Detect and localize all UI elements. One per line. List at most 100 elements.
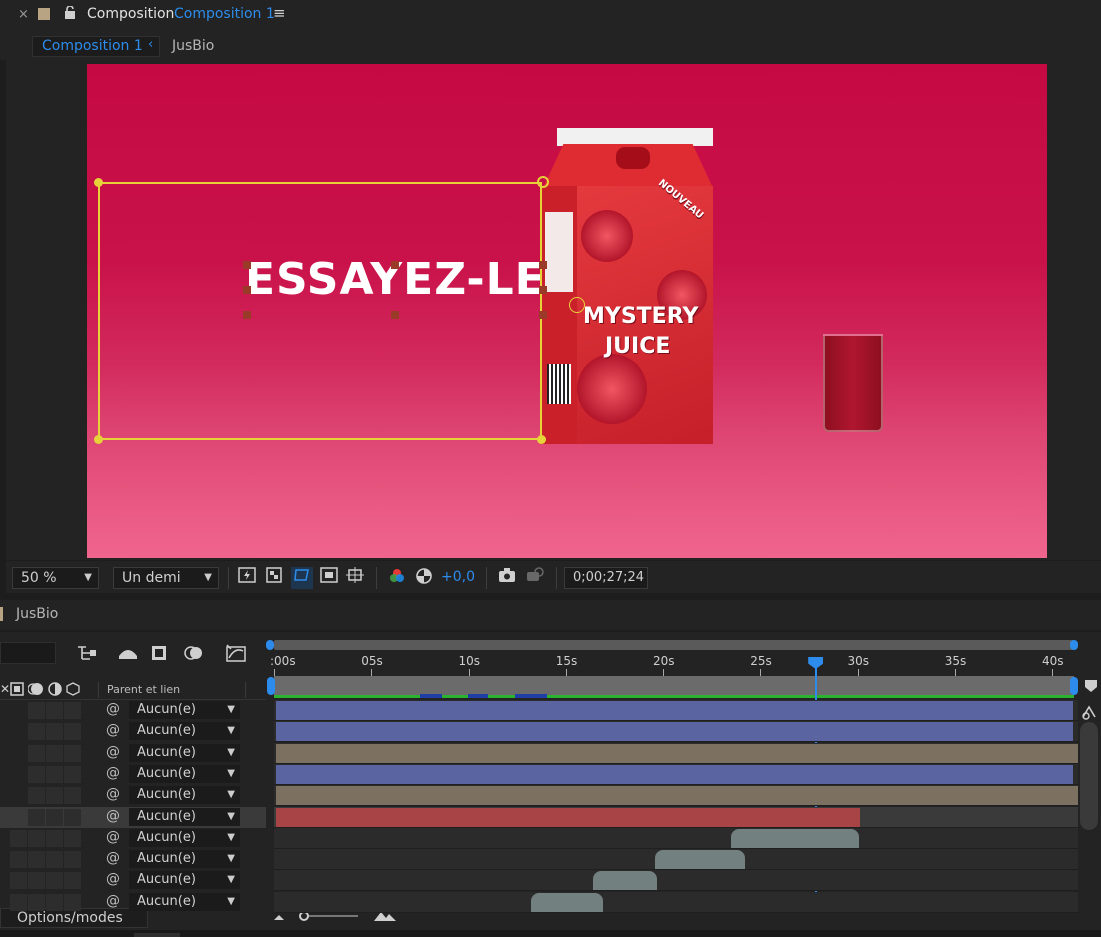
layer-switch[interactable] xyxy=(46,787,63,805)
layer-switch[interactable] xyxy=(28,872,45,890)
pick-whip-icon[interactable]: @ xyxy=(106,808,120,824)
layer-switch[interactable] xyxy=(28,765,45,783)
work-area-bar[interactable] xyxy=(274,676,1074,696)
layer-row[interactable]: @ Aucun(e) ▼ xyxy=(0,721,266,742)
layer-duration-bar[interactable] xyxy=(276,786,1078,806)
layer-duration-bar[interactable] xyxy=(276,764,1074,784)
label-color-swatch[interactable] xyxy=(38,8,50,20)
reset-exposure-icon[interactable] xyxy=(413,567,435,589)
layer-switch[interactable] xyxy=(46,765,63,783)
panel-menu-icon[interactable]: ≡ xyxy=(273,4,286,22)
layer-duration-bar[interactable] xyxy=(276,807,860,827)
current-time-display[interactable]: 0;00;27;24 xyxy=(564,567,648,589)
layer-row[interactable]: @ Aucun(e) ▼ xyxy=(0,828,266,849)
layer-track[interactable] xyxy=(274,763,1078,785)
layer-switch[interactable] xyxy=(46,893,63,911)
text-bounds-handle[interactable] xyxy=(539,261,547,269)
text-bounds-handle[interactable] xyxy=(391,261,399,269)
layer-switch[interactable] xyxy=(46,723,63,741)
text-bounds-handle[interactable] xyxy=(243,261,251,269)
frame-blending-icon[interactable] xyxy=(150,644,170,666)
layer-track[interactable] xyxy=(274,849,1078,871)
layer-switch[interactable] xyxy=(10,851,27,869)
text-bounds-handle[interactable] xyxy=(539,311,547,319)
parent-dropdown[interactable]: Aucun(e) ▼ xyxy=(129,850,240,869)
parent-dropdown[interactable]: Aucun(e) ▼ xyxy=(129,807,240,826)
layer-row[interactable]: @ Aucun(e) ▼ xyxy=(0,870,266,891)
exposure-value[interactable]: +0,0 xyxy=(441,569,475,585)
breadcrumb-item-active[interactable]: Composition 1 xyxy=(32,36,160,57)
pick-whip-icon[interactable]: @ xyxy=(106,829,120,845)
close-tab-icon[interactable]: × xyxy=(18,7,29,22)
timeline-tab[interactable]: JusBio xyxy=(16,606,58,622)
snapshot-camera-icon[interactable] xyxy=(496,567,518,589)
text-bounds-handle[interactable] xyxy=(243,286,251,294)
layer-row[interactable]: @ Aucun(e) ▼ xyxy=(0,700,266,721)
show-snapshot-icon[interactable] xyxy=(524,567,546,589)
layer-row[interactable]: @ Aucun(e) ▼ xyxy=(0,743,266,764)
adjustment-switch-icon[interactable] xyxy=(48,682,62,700)
text-bounds-handle[interactable] xyxy=(391,311,399,319)
layer-duration-bar[interactable] xyxy=(276,722,1074,742)
layer-track[interactable] xyxy=(274,785,1078,807)
layer-switch[interactable] xyxy=(64,872,81,890)
layer-track[interactable] xyxy=(274,827,1078,849)
layer-switch[interactable] xyxy=(64,808,81,826)
parent-dropdown[interactable]: Aucun(e) ▼ xyxy=(129,871,240,890)
motion-blur-icon[interactable] xyxy=(184,644,204,666)
parent-dropdown[interactable]: Aucun(e) ▼ xyxy=(129,892,240,911)
layer-switch[interactable] xyxy=(28,744,45,762)
layer-switch[interactable] xyxy=(28,829,45,847)
layer-switch[interactable] xyxy=(64,744,81,762)
layer-row[interactable]: @ Aucun(e) ▼ xyxy=(0,892,266,913)
resolution-dropdown[interactable]: Un demi ▼ xyxy=(113,567,219,589)
pick-whip-icon[interactable]: @ xyxy=(106,871,120,887)
layer-switch[interactable] xyxy=(28,723,45,741)
breadcrumb-item[interactable]: JusBio xyxy=(172,38,214,54)
layer-duration-bar[interactable] xyxy=(655,850,745,870)
layer-switch[interactable] xyxy=(46,808,63,826)
markers-icon[interactable] xyxy=(1083,678,1099,698)
pick-whip-icon[interactable]: @ xyxy=(106,722,120,738)
scrollbar-thumb[interactable] xyxy=(134,933,180,937)
layer-switch[interactable] xyxy=(10,893,27,911)
grid-guide-options-icon[interactable] xyxy=(345,567,367,589)
layer-row[interactable]: @ Aucun(e) ▼ xyxy=(0,806,266,828)
parent-dropdown[interactable]: Aucun(e) ▼ xyxy=(129,701,240,719)
pick-whip-icon[interactable]: @ xyxy=(106,786,120,802)
layer-switch[interactable] xyxy=(46,744,63,762)
time-navigator-bar[interactable] xyxy=(274,640,1074,650)
layer-switch[interactable] xyxy=(28,851,45,869)
pick-whip-icon[interactable]: @ xyxy=(106,893,120,909)
layer-switch[interactable] xyxy=(46,872,63,890)
layer-switch[interactable] xyxy=(46,702,63,719)
work-area-end-handle[interactable] xyxy=(1070,677,1078,695)
layer-track[interactable] xyxy=(274,891,1078,913)
layer-switch[interactable] xyxy=(64,829,81,847)
selection-handle[interactable] xyxy=(537,176,549,188)
layer-switch[interactable] xyxy=(64,851,81,869)
layer-selection-box[interactable] xyxy=(98,182,542,440)
selection-handle[interactable] xyxy=(537,435,546,444)
composition-canvas[interactable]: NOUVEAU MYSTERY JUICE ESSAYEZ-LE xyxy=(87,64,1047,558)
layer-switch[interactable] xyxy=(10,829,27,847)
layer-duration-bar[interactable] xyxy=(593,871,658,891)
selection-handle[interactable] xyxy=(94,435,103,444)
work-area-start-handle[interactable] xyxy=(267,677,275,695)
mask-path-visibility-icon[interactable] xyxy=(291,567,313,589)
layer-duration-bar[interactable] xyxy=(276,743,1078,763)
layer-search-input[interactable] xyxy=(0,642,56,664)
parent-dropdown[interactable]: Aucun(e) ▼ xyxy=(129,764,240,783)
parent-dropdown[interactable]: Aucun(e) ▼ xyxy=(129,786,240,805)
navigator-start-handle[interactable] xyxy=(266,640,274,650)
draft-3d-icon[interactable] xyxy=(117,644,139,666)
text-bounds-handle[interactable] xyxy=(539,286,547,294)
parent-dropdown[interactable]: Aucun(e) ▼ xyxy=(129,743,240,762)
layer-track[interactable] xyxy=(274,806,1078,828)
layer-switch[interactable] xyxy=(46,829,63,847)
pick-whip-icon[interactable]: @ xyxy=(106,765,120,781)
pick-whip-icon[interactable]: @ xyxy=(106,744,120,760)
effects-switch-icon[interactable] xyxy=(27,682,44,700)
layer-switch[interactable] xyxy=(28,893,45,911)
layer-switch[interactable] xyxy=(64,893,81,911)
